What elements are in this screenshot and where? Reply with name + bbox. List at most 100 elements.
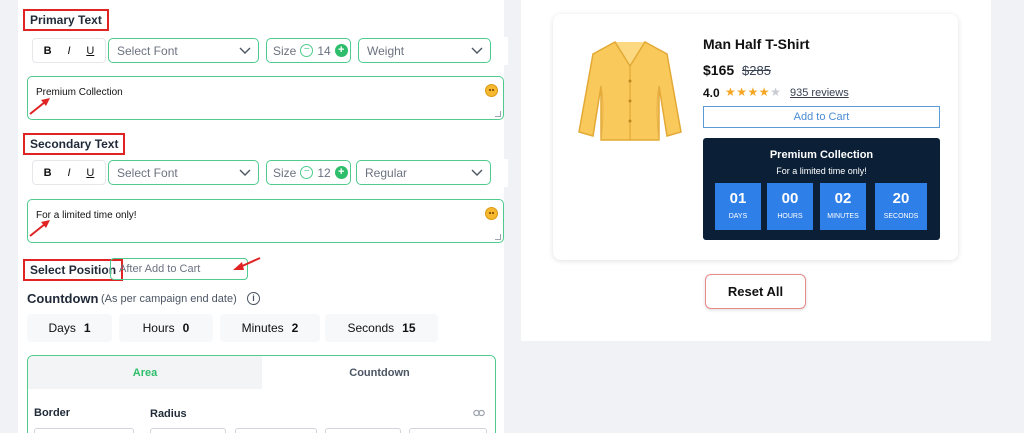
star-icon: ★: [725, 85, 737, 99]
hours-label: Hours: [142, 321, 175, 335]
resize-handle[interactable]: [495, 111, 501, 117]
seconds-value: 15: [402, 321, 416, 335]
italic-button[interactable]: I: [61, 167, 77, 179]
primary-size-stepper[interactable]: Size − 14 +: [266, 38, 351, 63]
link-icon[interactable]: [473, 409, 485, 417]
secondary-format-buttons: B I U: [32, 160, 106, 185]
chevron-down-icon: [239, 47, 251, 54]
secondary-weight-value: Regular: [365, 165, 408, 180]
secondary-text-input[interactable]: For a limited time only!: [27, 199, 504, 243]
size-value: 12: [317, 165, 331, 180]
position-select[interactable]: After Add to Cart: [110, 258, 248, 280]
primary-font-value: Select Font: [117, 43, 178, 58]
radius-input-top-left[interactable]: [150, 428, 226, 433]
product-rating: 4.0: [703, 86, 720, 100]
primary-text-label: Primary Text: [23, 9, 109, 31]
timer-days: 01 DAYS: [715, 183, 761, 230]
star-icon: ★: [747, 85, 759, 99]
info-icon[interactable]: i: [247, 292, 260, 305]
star-icon: ★: [770, 85, 782, 99]
red-arrow-annotation: [29, 220, 50, 237]
primary-text-input[interactable]: Premium Collection: [27, 76, 504, 120]
primary-font-select[interactable]: Select Font: [108, 38, 259, 63]
timer-hours: 00 HOURS: [767, 183, 813, 230]
countdown-subtitle: (As per campaign end date): [101, 293, 237, 305]
timer-days-label: DAYS: [728, 213, 748, 220]
chevron-down-icon: [239, 169, 251, 176]
smiley-icon[interactable]: [485, 207, 498, 220]
radius-input-bottom-right[interactable]: [325, 428, 401, 433]
rating-stars: ★★★★★: [725, 85, 781, 99]
reset-all-button[interactable]: Reset All: [705, 274, 806, 309]
secondary-text-label: Secondary Text: [23, 133, 126, 155]
hours-value: 0: [182, 321, 190, 335]
primary-format-buttons: B I U: [32, 38, 106, 63]
radius-input-bottom-left[interactable]: [409, 428, 487, 433]
tab-area[interactable]: Area: [28, 356, 262, 389]
increase-size-button[interactable]: +: [334, 44, 348, 57]
red-arrow-annotation: [29, 98, 50, 115]
italic-button[interactable]: I: [61, 45, 77, 57]
resize-handle[interactable]: [495, 234, 501, 240]
days-label: Days: [48, 321, 76, 335]
hours-field[interactable]: Hours 0: [119, 314, 213, 342]
minutes-label: Minutes: [241, 321, 284, 335]
timer-heading: Premium Collection: [769, 149, 874, 161]
timer-days-value: 01: [729, 190, 747, 207]
bold-button[interactable]: B: [40, 45, 56, 57]
shirt-image: [578, 41, 682, 141]
tab-countdown[interactable]: Countdown: [262, 356, 495, 389]
timer-minutes-label: MINUTES: [827, 213, 859, 220]
product-preview-card: Man Half T-Shirt $165 $285 4.0 ★★★★★ 935…: [553, 14, 958, 260]
secondary-format-toolbar: B I U Select Font Size − 12 + Regular: [27, 159, 508, 187]
timer-minutes: 02 MINUTES: [820, 183, 866, 230]
countdown-title: Countdown: [27, 291, 99, 306]
size-label: Size: [273, 165, 297, 180]
smiley-icon[interactable]: [485, 84, 498, 97]
timer-minutes-value: 02: [834, 190, 852, 207]
star-icon: ★: [736, 85, 748, 99]
countdown-timer-preview: Premium Collection For a limited time on…: [703, 138, 940, 240]
timer-subheading: For a limited time only!: [776, 166, 867, 176]
primary-format-toolbar: B I U Select Font Size − 14 + Weight: [27, 37, 508, 65]
star-icon: ★: [758, 85, 771, 99]
product-old-price: $285: [742, 63, 771, 78]
secondary-font-value: Select Font: [117, 165, 178, 180]
bold-button[interactable]: B: [40, 167, 56, 179]
position-value: After Add to Cart: [119, 263, 201, 275]
primary-weight-value: Weight: [367, 43, 405, 58]
chevron-down-icon: [471, 47, 483, 54]
product-price: $165: [703, 62, 735, 78]
seconds-field[interactable]: Seconds 15: [325, 314, 438, 342]
timer-seconds: 20 SECONDS: [875, 183, 927, 230]
minutes-value: 2: [291, 321, 299, 335]
decrease-size-button[interactable]: −: [300, 166, 314, 179]
secondary-font-select[interactable]: Select Font: [108, 160, 259, 185]
secondary-size-stepper[interactable]: Size − 12 +: [266, 160, 351, 185]
reviews-link[interactable]: 935 reviews: [790, 87, 849, 99]
timer-seconds-value: 20: [892, 190, 910, 207]
radius-label: Radius: [150, 408, 187, 420]
underline-button[interactable]: U: [82, 45, 98, 57]
timer-seconds-label: SECONDS: [883, 213, 919, 220]
size-label: Size: [273, 43, 297, 58]
chevron-down-icon: [471, 169, 483, 176]
minutes-field[interactable]: Minutes 2: [220, 314, 320, 342]
border-input[interactable]: [34, 428, 134, 433]
days-field[interactable]: Days 1: [27, 314, 112, 342]
style-tabs-panel: Area Countdown Border Radius: [27, 355, 496, 433]
increase-size-button[interactable]: +: [334, 166, 348, 179]
select-position-label: Select Position: [23, 259, 124, 281]
days-value: 1: [83, 321, 91, 335]
settings-panel: Primary Text B I U Select Font Size − 14…: [18, 0, 508, 433]
radius-input-top-right[interactable]: [235, 428, 317, 433]
add-to-cart-button[interactable]: Add to Cart: [703, 106, 940, 128]
red-arrow-annotation: [233, 257, 261, 270]
underline-button[interactable]: U: [82, 167, 98, 179]
secondary-weight-select[interactable]: Regular: [356, 160, 491, 185]
timer-hours-label: HOURS: [777, 213, 803, 220]
seconds-label: Seconds: [347, 321, 395, 335]
primary-weight-select[interactable]: Weight: [358, 38, 491, 63]
product-title: Man Half T-Shirt: [703, 36, 810, 52]
decrease-size-button[interactable]: −: [300, 44, 314, 57]
